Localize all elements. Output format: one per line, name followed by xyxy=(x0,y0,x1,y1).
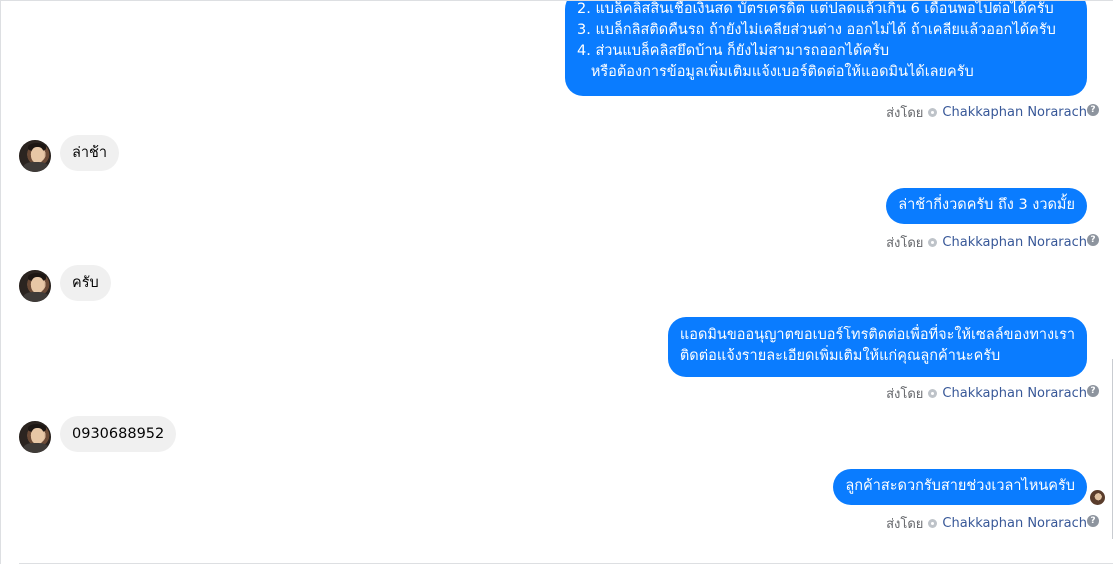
sent-by-text: ส่งโดย xyxy=(886,106,924,121)
sent-by-text: ส่งโดย xyxy=(886,517,924,532)
message-line: 2. แบล็คลิสสินเชื่อเงินสด บัตรเครดิต แต่… xyxy=(577,1,1054,17)
avatar-icon[interactable] xyxy=(19,421,51,453)
messenger-thread: 2. แบล็คลิสสินเชื่อเงินสด บัตรเครดิต แต่… xyxy=(0,0,1113,564)
seen-avatar-icon xyxy=(1090,490,1105,505)
message-line: ล่าช้ากี่งวดครับ ถึง 3 งวดมั้ย xyxy=(898,197,1075,213)
message-line: 3. แบล็กลิสติดคืนรถ ถ้ายังไม่เคลียส่วนต่… xyxy=(577,22,1056,38)
incoming-message[interactable]: 0930688952 xyxy=(60,416,177,452)
gear-icon xyxy=(928,238,938,247)
gear-icon xyxy=(928,389,938,398)
outgoing-message[interactable]: แอดมินขออนุญาตขอเบอร์โทรติดต่อเพื่อที่จะ… xyxy=(667,317,1087,377)
outgoing-message[interactable]: 2. แบล็คลิสสินเชื่อเงินสด บัตรเครดิต แต่… xyxy=(565,1,1087,96)
message-line: แอดมินขออนุญาตขอเบอร์โทรติดต่อเพื่อที่จะ… xyxy=(679,327,1075,343)
sent-by-label: ส่งโดย Chakkaphan Norarach xyxy=(886,102,1087,123)
sender-name[interactable]: Chakkaphan Norarach xyxy=(942,235,1087,250)
sent-by-label: ส่งโดย Chakkaphan Norarach xyxy=(886,383,1087,404)
incoming-message[interactable]: ล่าช้า xyxy=(60,135,120,171)
message-line: ติดต่อแจ้งรายละเอียดเพิ่มเติมให้แก่คุณลู… xyxy=(679,348,1001,364)
outgoing-message[interactable]: ล่าช้ากี่งวดครับ ถึง 3 งวดมั้ย xyxy=(886,188,1087,224)
gear-icon xyxy=(928,108,938,117)
help-icon[interactable]: ? xyxy=(1087,515,1099,527)
sent-by-label: ส่งโดย Chakkaphan Norarach xyxy=(886,232,1087,253)
gear-icon xyxy=(928,519,938,528)
message-line: ลูกค้าสะดวกรับสายช่วงเวลาไหนครับ xyxy=(845,478,1075,494)
sent-by-text: ส่งโดย xyxy=(886,236,924,251)
sender-name[interactable]: Chakkaphan Norarach xyxy=(942,105,1087,120)
avatar-icon[interactable] xyxy=(19,140,51,172)
message-line: หรือต้องการข้อมูลเพิ่มเติมแจ้งเบอร์ติดต่… xyxy=(577,64,974,80)
outgoing-message[interactable]: ลูกค้าสะดวกรับสายช่วงเวลาไหนครับ xyxy=(833,469,1087,505)
message-line: 4. ส่วนแบล็คลิสยึดบ้าน ก็ยังไม่สามารถออก… xyxy=(577,43,890,59)
avatar-icon[interactable] xyxy=(19,270,51,302)
incoming-message[interactable]: ครับ xyxy=(60,265,111,301)
sender-name[interactable]: Chakkaphan Norarach xyxy=(942,516,1087,531)
help-icon[interactable]: ? xyxy=(1087,234,1099,246)
help-icon[interactable]: ? xyxy=(1087,385,1099,397)
help-icon[interactable]: ? xyxy=(1087,104,1099,116)
sender-name[interactable]: Chakkaphan Norarach xyxy=(942,386,1087,401)
sent-by-label: ส่งโดย Chakkaphan Norarach xyxy=(886,513,1087,534)
sent-by-text: ส่งโดย xyxy=(886,387,924,402)
